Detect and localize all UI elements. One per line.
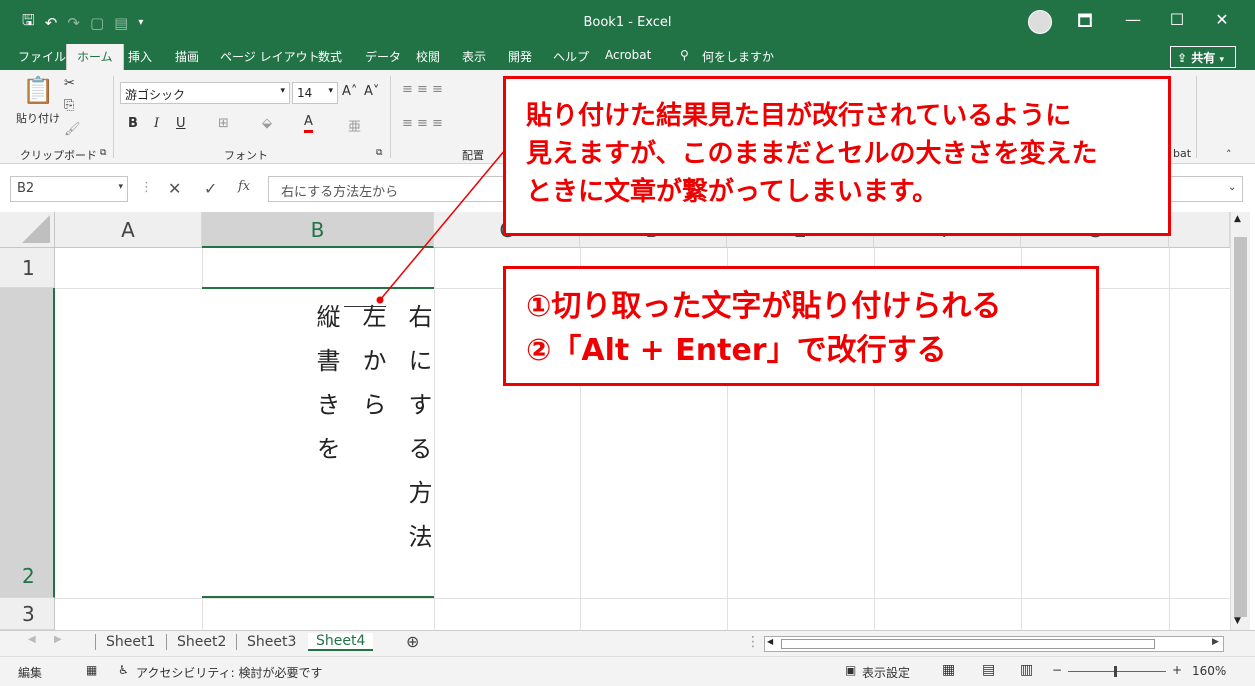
callout-pointer-line [379, 149, 506, 301]
callout-pointer-dot [376, 296, 384, 304]
callout-pointer [376, 149, 506, 304]
